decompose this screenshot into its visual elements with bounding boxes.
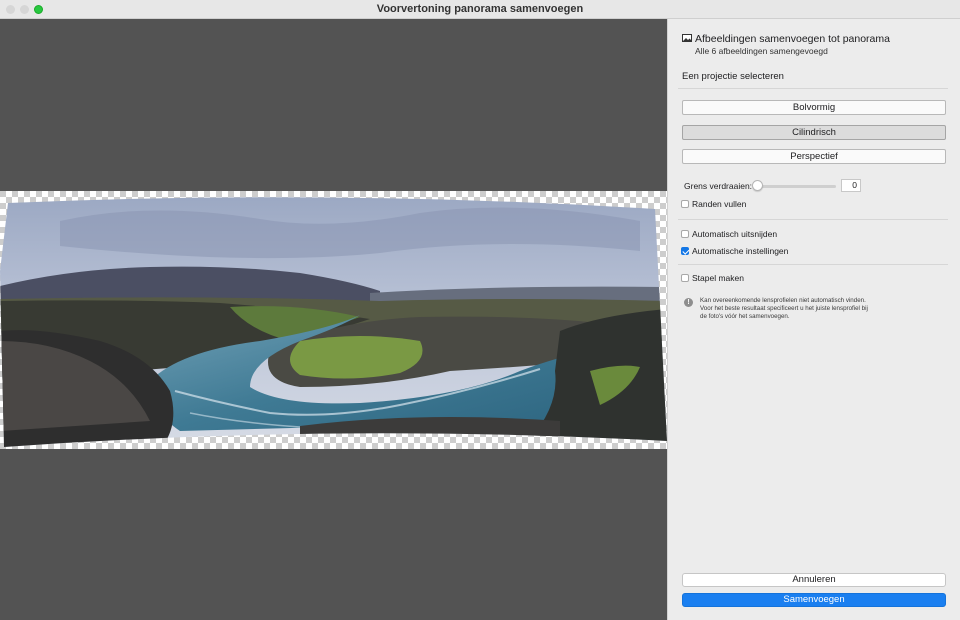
projection-perspective-button[interactable]: Perspectief — [682, 149, 946, 164]
auto-settings-label: Automatische instellingen — [692, 246, 789, 256]
fill-edges-checkbox[interactable] — [681, 200, 689, 208]
separator — [678, 88, 948, 89]
create-stack-checkbox[interactable] — [681, 274, 689, 282]
panorama-merge-window: Voorvertoning panorama samenvoegen Afbee… — [0, 0, 960, 620]
image-icon — [682, 34, 692, 42]
boundary-warp-label: Grens verdraaien: — [684, 181, 753, 191]
panel-title: Afbeeldingen samenvoegen tot panorama — [695, 33, 890, 45]
projection-spherical-button[interactable]: Bolvormig — [682, 100, 946, 115]
boundary-warp-slider-track[interactable] — [755, 185, 836, 188]
panorama-preview-image — [0, 191, 667, 449]
exclamation-icon: ! — [684, 298, 693, 307]
projection-section-label: Een projectie selecteren — [682, 71, 784, 82]
panorama-preview-pane — [0, 19, 667, 620]
boundary-warp-value-field[interactable]: 0 — [841, 179, 861, 192]
auto-settings-checkbox[interactable] — [681, 247, 689, 255]
merge-button[interactable]: Samenvoegen — [682, 593, 946, 607]
merge-options-panel: Afbeeldingen samenvoegen tot panorama Al… — [667, 19, 960, 620]
title-bar: Voorvertoning panorama samenvoegen — [0, 0, 960, 19]
create-stack-label: Stapel maken — [692, 273, 744, 283]
boundary-warp-slider-handle[interactable] — [752, 180, 763, 191]
fill-edges-label: Randen vullen — [692, 199, 747, 209]
window-title: Voorvertoning panorama samenvoegen — [376, 3, 584, 15]
separator — [678, 219, 948, 220]
auto-crop-label: Automatisch uitsnijden — [692, 229, 778, 239]
projection-cylindrical-button[interactable]: Cilindrisch — [682, 125, 946, 140]
separator — [678, 264, 948, 265]
auto-crop-checkbox[interactable] — [681, 230, 689, 238]
lens-profile-warning: Kan overeenkomende lensprofielen niet au… — [700, 297, 868, 320]
merge-status-text: Alle 6 afbeeldingen samengevoegd — [695, 46, 828, 56]
cancel-button[interactable]: Annuleren — [682, 573, 946, 587]
